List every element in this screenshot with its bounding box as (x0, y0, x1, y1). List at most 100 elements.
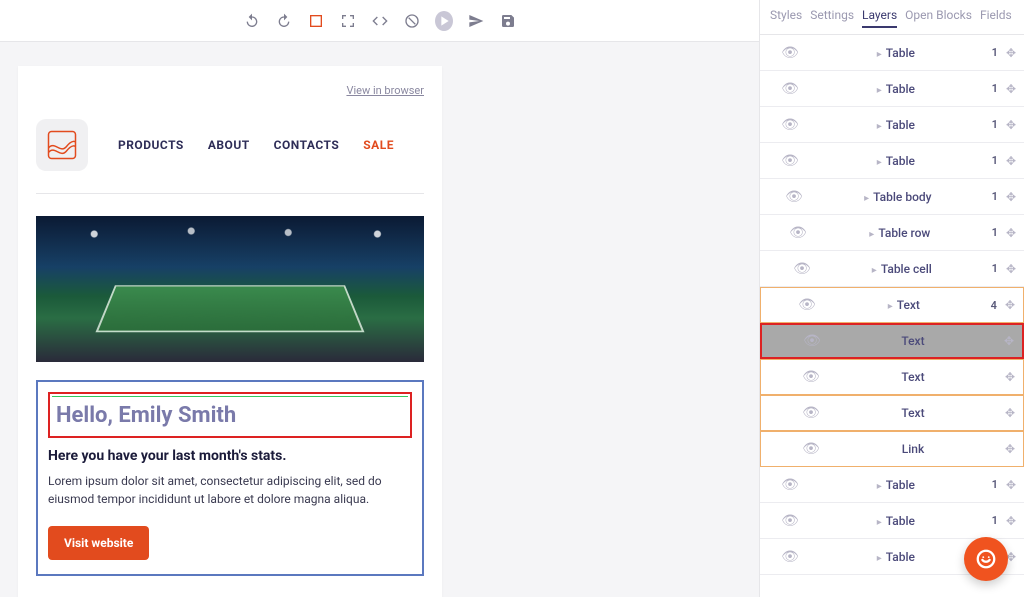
visibility-toggle-icon[interactable]: 👁 (797, 297, 817, 313)
expand-caret-icon[interactable]: ▸ (877, 517, 882, 528)
selected-text-block[interactable]: Hello, Emily Smith Here you have your la… (36, 380, 424, 576)
visibility-toggle-icon[interactable]: 👁 (780, 45, 800, 61)
move-handle-icon[interactable]: ✥ (1006, 514, 1016, 528)
layer-label: ▸Table (800, 154, 992, 168)
visibility-toggle-icon[interactable]: 👁 (802, 333, 822, 349)
layer-row[interactable]: 👁▸Table1 ✥ (760, 503, 1024, 539)
layer-row[interactable]: 👁Text✥ (760, 359, 1024, 395)
move-handle-icon[interactable]: ✥ (1006, 190, 1016, 204)
expand-caret-icon[interactable]: ▸ (877, 481, 882, 492)
subheading[interactable]: Here you have your last month's stats. (48, 448, 412, 464)
canvas[interactable]: View in browser PRODUCTS ABOUT CONTACTS … (0, 42, 759, 597)
redo-icon[interactable] (275, 12, 293, 30)
visibility-toggle-icon[interactable]: 👁 (780, 81, 800, 97)
layer-label: ▸Text (817, 298, 991, 312)
tab-layers[interactable]: Layers (862, 8, 897, 28)
brand-logo[interactable] (36, 119, 88, 171)
layer-row[interactable]: 👁▸Table1✥ (760, 107, 1024, 143)
visibility-toggle-icon[interactable]: 👁 (801, 441, 821, 457)
nav-products[interactable]: PRODUCTS (118, 138, 184, 152)
layer-row[interactable]: 👁▸Table1✥ (760, 71, 1024, 107)
layer-row[interactable]: 👁▸Text4✥ (760, 287, 1024, 323)
layer-row[interactable]: 👁Text✥ (760, 395, 1024, 431)
expand-caret-icon[interactable]: ▸ (877, 49, 882, 60)
expand-caret-icon[interactable]: ▸ (877, 553, 882, 564)
hero-image[interactable] (36, 216, 424, 362)
layer-row[interactable]: 👁▸Table1✥ (760, 467, 1024, 503)
save-icon[interactable] (499, 12, 517, 30)
layer-row[interactable]: 👁▸Table1 ✥ (760, 143, 1024, 179)
layer-row[interactable]: 👁Text✥ (760, 323, 1024, 359)
expand-caret-icon[interactable]: ▸ (888, 301, 893, 312)
expand-caret-icon[interactable]: ▸ (869, 229, 874, 240)
layer-label: Text (822, 334, 1004, 348)
move-handle-icon[interactable]: ✥ (1006, 226, 1016, 240)
layer-label: ▸Table (800, 46, 992, 60)
layer-label: Text (821, 370, 1005, 384)
tab-open-blocks[interactable]: Open Blocks (905, 8, 972, 28)
layer-row[interactable]: 👁▸Table cell1✥ (760, 251, 1024, 287)
visibility-toggle-icon[interactable]: 👁 (788, 225, 808, 241)
visibility-toggle-icon[interactable]: 👁 (780, 117, 800, 133)
children-count: 1 (992, 226, 998, 239)
sidebar-tabs: Styles Settings Layers Open Blocks Field… (760, 0, 1024, 35)
move-handle-icon[interactable]: ✥ (1005, 370, 1015, 384)
move-handle-icon[interactable]: ✥ (1006, 262, 1016, 276)
move-handle-icon[interactable]: ✥ (1006, 478, 1016, 492)
nav-sale[interactable]: SALE (363, 138, 394, 152)
layer-label: ▸Table (800, 550, 992, 564)
tab-styles[interactable]: Styles (770, 8, 802, 28)
tab-settings[interactable]: Settings (810, 8, 854, 28)
layer-row[interactable]: 👁Link✥ (760, 431, 1024, 467)
tab-fields[interactable]: Fields (980, 8, 1012, 28)
layer-row[interactable]: 👁▸Table1 ✥ (760, 35, 1024, 71)
send-icon[interactable] (467, 12, 485, 30)
view-in-browser-link[interactable]: View in browser (36, 84, 424, 97)
clear-canvas-icon[interactable] (403, 12, 421, 30)
greeting-element[interactable]: Hello, Emily Smith (48, 392, 412, 438)
layer-label: Text (821, 406, 1005, 420)
move-handle-icon[interactable]: ✥ (1004, 334, 1014, 348)
children-count: 1 (992, 154, 998, 167)
visibility-toggle-icon[interactable]: 👁 (801, 369, 821, 385)
children-count: 1 (992, 514, 998, 527)
fullscreen-icon[interactable] (339, 12, 357, 30)
preview-icon[interactable] (435, 12, 453, 30)
expand-caret-icon[interactable]: ▸ (877, 85, 882, 96)
layer-label: ▸Table (800, 118, 992, 132)
outline-toggle-icon[interactable] (307, 12, 325, 30)
nav-contacts[interactable]: CONTACTS (274, 138, 340, 152)
chat-widget-button[interactable] (964, 537, 1008, 581)
visibility-toggle-icon[interactable]: 👁 (780, 153, 800, 169)
move-handle-icon[interactable]: ✥ (1006, 154, 1016, 168)
cta-button[interactable]: Visit website (48, 526, 149, 560)
expand-caret-icon[interactable]: ▸ (864, 193, 869, 204)
layer-label: ▸Table (800, 514, 992, 528)
undo-icon[interactable] (243, 12, 261, 30)
expand-caret-icon[interactable]: ▸ (877, 121, 882, 132)
visibility-toggle-icon[interactable]: 👁 (801, 405, 821, 421)
visibility-toggle-icon[interactable]: 👁 (784, 189, 804, 205)
expand-caret-icon[interactable]: ▸ (872, 265, 877, 276)
expand-caret-icon[interactable]: ▸ (877, 157, 882, 168)
email-card[interactable]: View in browser PRODUCTS ABOUT CONTACTS … (18, 66, 442, 597)
visibility-toggle-icon[interactable]: 👁 (780, 477, 800, 493)
move-handle-icon[interactable]: ✥ (1005, 406, 1015, 420)
move-handle-icon[interactable]: ✥ (1006, 46, 1016, 60)
move-handle-icon[interactable]: ✥ (1005, 442, 1015, 456)
move-handle-icon[interactable]: ✥ (1005, 298, 1015, 312)
header-nav: PRODUCTS ABOUT CONTACTS SALE (118, 138, 394, 152)
layer-row[interactable]: 👁▸Table row1✥ (760, 215, 1024, 251)
code-view-icon[interactable] (371, 12, 389, 30)
visibility-toggle-icon[interactable]: 👁 (780, 513, 800, 529)
visibility-toggle-icon[interactable]: 👁 (792, 261, 812, 277)
top-toolbar (0, 0, 759, 42)
body-text[interactable]: Lorem ipsum dolor sit amet, consectetur … (48, 472, 412, 508)
nav-about[interactable]: ABOUT (208, 138, 250, 152)
visibility-toggle-icon[interactable]: 👁 (780, 549, 800, 565)
move-handle-icon[interactable]: ✥ (1006, 82, 1016, 96)
move-handle-icon[interactable]: ✥ (1006, 118, 1016, 132)
layer-row[interactable]: 👁▸Table body1✥ (760, 179, 1024, 215)
children-count: 1 (992, 262, 998, 275)
children-count: 1 (992, 46, 998, 59)
